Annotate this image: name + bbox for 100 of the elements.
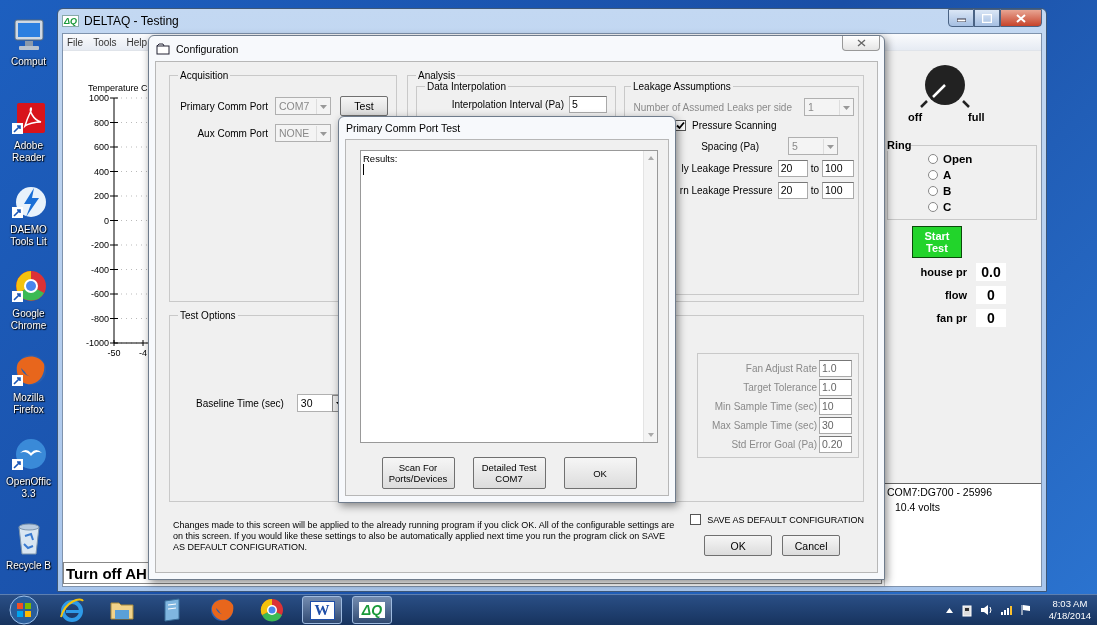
- close-button[interactable]: [842, 36, 880, 51]
- field-label: Max Sample Time (sec): [711, 420, 817, 431]
- axis-tick-label: -4: [139, 348, 147, 358]
- group-title: Acquisition: [179, 70, 230, 81]
- axis-tick-label: 0: [104, 215, 109, 226]
- readout-label: fan pr: [935, 312, 967, 324]
- desktop-icon-label[interactable]: OpenOffic 3.3: [6, 476, 51, 500]
- field-label: Min Sample Time (sec): [714, 401, 817, 412]
- axis-tick-label: -800: [91, 313, 109, 324]
- axis-tick-label: 400: [93, 166, 109, 177]
- field-label: Std Error Goal (Pa): [731, 439, 817, 450]
- field-label: rn Leakage Pressure: [679, 185, 773, 196]
- taskbar-button[interactable]: W: [302, 596, 342, 624]
- checkbox-label[interactable]: Pressure Scanning: [692, 120, 777, 131]
- axis-tick-label: 800: [93, 117, 109, 128]
- globe-icon: [209, 597, 235, 623]
- circle-logo-icon: [259, 597, 285, 623]
- field-label: Target Tolerance: [743, 382, 817, 393]
- dialog-button[interactable]: OK: [563, 457, 637, 489]
- field-label: Fan Adjust Rate: [745, 363, 817, 374]
- axis-tick-label: -600: [91, 289, 109, 299]
- caret-icon: [823, 138, 837, 154]
- caret-icon: [839, 99, 853, 115]
- clock[interactable]: 8:03 AM 4/18/2014: [1048, 598, 1091, 622]
- dial-max-label: full: [968, 111, 985, 123]
- dialog-button[interactable]: Scan For Ports/Devices: [381, 457, 455, 489]
- minimize-button[interactable]: [948, 9, 974, 27]
- desktop-icon-label[interactable]: Recycle B: [6, 560, 51, 572]
- document-icon[interactable]: [10, 102, 47, 136]
- axis-tick-label: 600: [93, 142, 109, 152]
- speaker-icon[interactable]: [979, 604, 993, 616]
- range-separator: to: [810, 185, 819, 196]
- radio-label[interactable]: C: [943, 201, 952, 213]
- chart-title: Temperature C: [88, 83, 148, 93]
- radio-button[interactable]: [928, 186, 938, 196]
- menu-item[interactable]: Help: [126, 36, 148, 48]
- status-text: COM7:DG700 - 25996: [887, 486, 994, 498]
- desktop-icon-label[interactable]: Google Chrome: [10, 308, 47, 332]
- menu-item[interactable]: Tools: [93, 36, 117, 48]
- group-title: Test Options: [179, 310, 237, 321]
- menu-item[interactable]: File: [67, 36, 84, 48]
- caret-icon[interactable]: [944, 606, 954, 614]
- device-icon[interactable]: [960, 603, 973, 617]
- start-button[interactable]: [8, 595, 40, 625]
- results-field[interactable]: Results:: [360, 150, 658, 443]
- radio-button[interactable]: [928, 170, 938, 180]
- dialog-button[interactable]: OK: [704, 535, 773, 556]
- browser-icon: [59, 597, 85, 623]
- radio-button[interactable]: [928, 202, 938, 212]
- axis-tick-label: -400: [91, 264, 109, 275]
- text-field[interactable]: 20: [777, 182, 808, 199]
- radio-label[interactable]: A: [943, 169, 952, 181]
- dialog-title: Configuration: [176, 42, 239, 55]
- desktop-icon-label[interactable]: Mozilla Firefox: [12, 392, 45, 416]
- maximize-button[interactable]: [974, 9, 1000, 27]
- field-label: Number of Assumed Leaks per side: [633, 101, 792, 113]
- group-title: Ring: [887, 139, 912, 151]
- readout-value: 0: [976, 309, 1006, 327]
- radio-label[interactable]: B: [943, 185, 952, 197]
- clock-date: 4/18/2014: [1048, 610, 1091, 622]
- desktop-icon-label[interactable]: Adobe Reader: [12, 140, 45, 164]
- bird-icon[interactable]: [10, 438, 47, 472]
- dialog-button[interactable]: Detailed Test COM7: [472, 457, 546, 489]
- app-logo: ΔQ: [62, 15, 80, 27]
- text-field[interactable]: 20: [777, 160, 808, 177]
- range-separator: to: [810, 163, 819, 174]
- globe-icon[interactable]: [10, 354, 47, 388]
- desktop-icon-label[interactable]: Comput: [11, 56, 46, 68]
- text-field[interactable]: 100: [822, 160, 854, 177]
- radio-label[interactable]: Open: [943, 153, 973, 165]
- axis-tick-label: -50: [107, 348, 121, 358]
- caret-icon: [316, 98, 330, 114]
- close-icon: [1016, 13, 1026, 23]
- info-text: Changes made to this screen will be applied to the already running program if you click OK. All of the configurable settings are on this screen. If you would like these settings to also be automatically applied next time you run the program click on SAVE AS DEFAULT CONFIGURATION.: [173, 520, 676, 554]
- axis-tick-label: -200: [91, 240, 109, 250]
- text-field[interactable]: 5: [569, 96, 607, 113]
- text-field[interactable]: 100: [822, 182, 854, 199]
- dialog-title: Primary Comm Port Test: [346, 122, 461, 134]
- flag-icon[interactable]: [1019, 604, 1032, 616]
- desktop-icon-label[interactable]: DAEMO Tools Lit: [10, 224, 47, 248]
- radio-button[interactable]: [928, 154, 938, 164]
- lightning-icon[interactable]: [10, 186, 47, 220]
- signal-icon[interactable]: [999, 604, 1013, 616]
- readout-value: 0.0: [976, 263, 1006, 281]
- taskbar-button[interactable]: ΔQ: [352, 596, 392, 624]
- status-message: Turn off AH: [66, 564, 147, 582]
- field-label: ly Leakage Pressure: [681, 163, 773, 174]
- readout-value: 0: [976, 286, 1006, 304]
- checkbox-label[interactable]: SAVE AS DEFAULT CONFIGURATION: [707, 514, 864, 525]
- group-title: Leakage Assumptions: [632, 81, 732, 92]
- axis-tick-label: 1000: [88, 93, 109, 103]
- circle-logo-icon[interactable]: [10, 270, 47, 304]
- readout-label: house pr: [919, 266, 967, 278]
- group-title: Analysis: [417, 70, 456, 81]
- checkbox[interactable]: [690, 514, 702, 525]
- dialog-button[interactable]: Cancel: [782, 535, 841, 556]
- readout-label: flow: [944, 289, 967, 301]
- field-label: Spacing (Pa): [701, 140, 759, 152]
- group-title: Data Interpolation: [427, 81, 507, 92]
- close-button[interactable]: [1000, 9, 1042, 27]
